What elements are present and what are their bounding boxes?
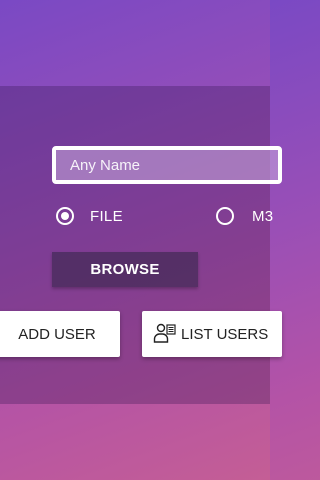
- radio-m3[interactable]: M3: [216, 207, 273, 225]
- browse-button[interactable]: BROWSE: [52, 252, 198, 287]
- radio-file[interactable]: FILE: [56, 207, 123, 225]
- list-users-label: LIST USERS: [181, 325, 269, 343]
- add-user-label: ADD USER: [18, 325, 96, 343]
- users-list-icon: [153, 323, 176, 343]
- list-users-button[interactable]: LIST USERS: [142, 311, 282, 357]
- radio-m3-indicator[interactable]: [216, 207, 234, 225]
- name-input[interactable]: [52, 146, 282, 184]
- add-user-button[interactable]: ADD USER: [0, 311, 120, 357]
- radio-file-label: FILE: [90, 207, 123, 225]
- radio-file-indicator[interactable]: [56, 207, 74, 225]
- radio-m3-label: M3: [252, 207, 274, 225]
